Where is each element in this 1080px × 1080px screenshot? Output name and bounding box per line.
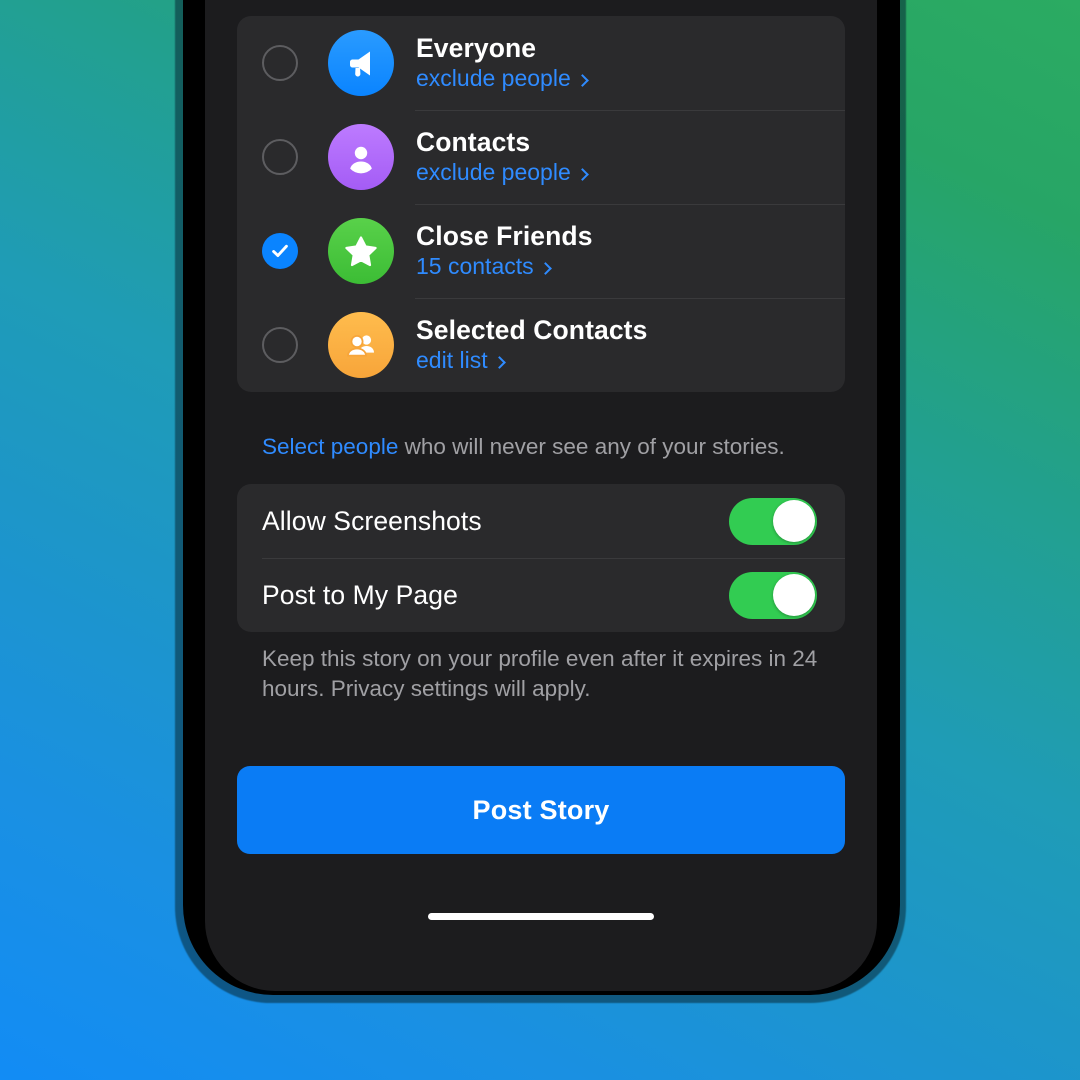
post-story-button[interactable]: Post Story (237, 766, 845, 854)
wallpaper-background: WHO CAN VIEW THIS STORY Everyone (0, 0, 1080, 1080)
audience-option-text: Contacts exclude people (416, 127, 589, 187)
audience-option-selected-contacts[interactable]: Selected Contacts edit list (237, 298, 845, 392)
chevron-right-icon (538, 261, 552, 275)
audience-footnote-rest: who will never see any of your stories. (398, 434, 785, 459)
option-title: Selected Contacts (416, 315, 648, 346)
phone-screen: WHO CAN VIEW THIS STORY Everyone (205, 0, 877, 991)
option-link-selected-contacts[interactable]: edit list (416, 347, 647, 375)
people-group-icon (328, 312, 394, 378)
settings-card: Allow Screenshots Post to My Page (237, 484, 845, 632)
select-people-link[interactable]: Select people (262, 434, 398, 459)
radio-contacts[interactable] (262, 139, 298, 175)
setting-label: Allow Screenshots (262, 505, 482, 536)
toggle-knob (772, 574, 815, 616)
audience-options-card: Everyone exclude people Contacts exclude… (237, 16, 845, 392)
setting-row-allow-screenshots[interactable]: Allow Screenshots (237, 484, 845, 558)
star-icon (328, 218, 394, 284)
megaphone-icon (328, 30, 394, 96)
chevron-right-icon (575, 167, 589, 181)
option-link-close-friends[interactable]: 15 contacts (416, 253, 593, 281)
audience-option-everyone[interactable]: Everyone exclude people (237, 16, 845, 110)
audience-option-text: Everyone exclude people (416, 33, 589, 93)
radio-close-friends[interactable] (262, 233, 298, 269)
option-link-label: 15 contacts (416, 253, 534, 280)
option-link-label: edit list (416, 347, 488, 374)
option-title: Close Friends (416, 221, 593, 252)
setting-row-post-to-my-page[interactable]: Post to My Page (237, 558, 845, 632)
option-title: Everyone (416, 33, 537, 64)
option-link-label: exclude people (416, 159, 571, 186)
audience-option-text: Selected Contacts edit list (416, 315, 647, 375)
option-link-everyone[interactable]: exclude people (416, 65, 589, 93)
setting-label: Post to My Page (262, 579, 458, 610)
audience-footnote: Select people who will never see any of … (262, 432, 842, 462)
audience-option-text: Close Friends 15 contacts (416, 221, 593, 281)
toggle-allow-screenshots[interactable] (729, 497, 817, 545)
toggle-post-to-my-page[interactable] (729, 571, 817, 619)
chevron-right-icon (575, 73, 589, 87)
audience-option-contacts[interactable]: Contacts exclude people (237, 110, 845, 204)
person-circle-icon (328, 124, 394, 190)
option-link-contacts[interactable]: exclude people (416, 159, 589, 187)
option-link-label: exclude people (416, 65, 571, 92)
option-title: Contacts (416, 127, 531, 158)
home-indicator[interactable] (428, 913, 654, 920)
radio-everyone[interactable] (262, 45, 298, 81)
audience-option-close-friends[interactable]: Close Friends 15 contacts (237, 204, 845, 298)
settings-footnote: Keep this story on your profile even aft… (262, 646, 818, 701)
toggle-knob (772, 500, 815, 542)
chevron-right-icon (492, 355, 506, 369)
radio-selected-contacts[interactable] (262, 327, 298, 363)
checkmark-icon (272, 244, 288, 258)
